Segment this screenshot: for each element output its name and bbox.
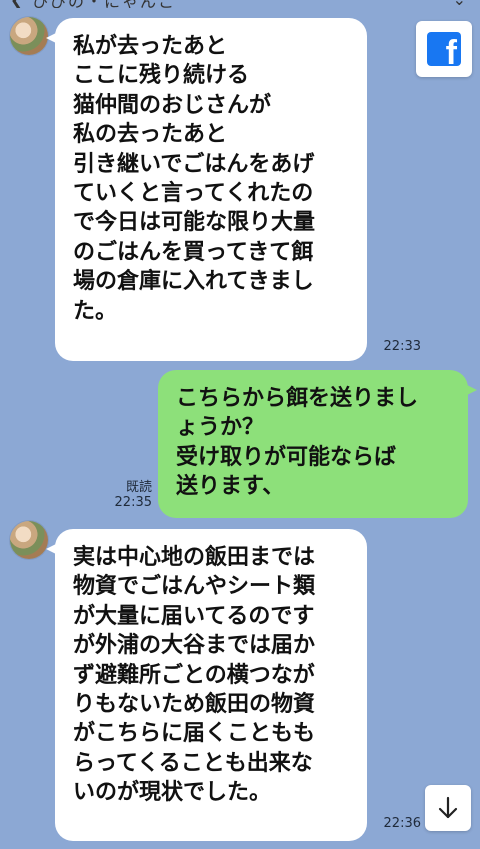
message-time: 22:33 [383,339,421,354]
chat-header: ❮ ひびの・にゃんこ ⌄ [0,0,480,8]
chat-title: ひびの・にゃんこ [32,0,176,8]
message-bubble-sent[interactable]: こちらから餌を送りまし ょうか？ 受け取りが可能ならば 送ります、 [158,370,477,518]
message-meta: 既読 22:35 [96,476,152,510]
avatar[interactable] [10,17,48,55]
arrow-down-icon [438,796,458,819]
message-time: 22:36 [383,816,421,831]
message-time: 22:35 [114,495,152,510]
facebook-icon: f [427,32,461,66]
avatar[interactable] [10,521,48,559]
message-meta: 22:33 [365,339,421,354]
message-bubble-received[interactable]: 私が去ったあと ここに残り続ける 猫仲間のおじさんが 私の去ったあと 引き継いで… [46,18,367,361]
read-receipt: 既読 [125,480,152,495]
chevron-left-icon[interactable]: ❮ [10,0,23,8]
message-meta: 22:36 [365,816,421,831]
chevron-down-icon[interactable]: ⌄ [453,0,466,8]
message-bubble-received[interactable]: 実は中心地の飯田までは 物資でごはんやシート類 が大量に届いてるのです が外浦の… [46,529,367,841]
scroll-down-button[interactable] [425,785,471,831]
facebook-share-button[interactable]: f [416,21,472,77]
